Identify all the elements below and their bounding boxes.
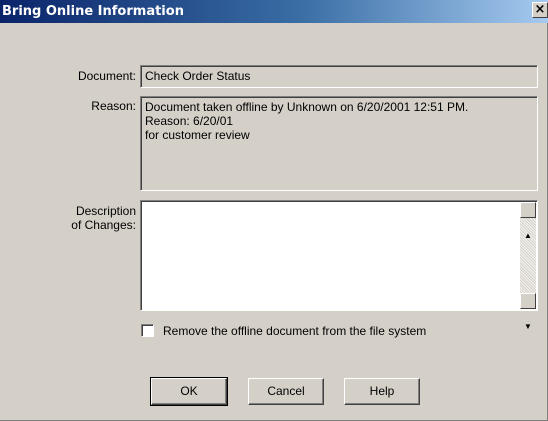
description-label: Description of Changes: [71,204,136,232]
title-bar[interactable]: Bring Online Information × [0,0,548,23]
ok-button[interactable]: OK [150,377,228,406]
description-textarea[interactable]: ▲ ▼ [140,200,538,331]
close-icon: × [534,2,546,17]
document-field: Check Order Status [140,65,538,88]
scroll-up-button[interactable]: ▲ [520,202,536,240]
down-arrow-icon: ▼ [524,322,532,331]
bring-online-dialog: Bring Online Information × Document: Che… [0,0,548,421]
remove-offline-checkbox-label[interactable]: Remove the offline document from the fil… [163,324,426,338]
reason-label: Reason: [91,99,136,113]
close-button[interactable]: × [532,2,548,18]
up-arrow-icon: ▲ [524,231,532,240]
scroll-down-button[interactable]: ▼ [520,293,536,331]
cancel-button[interactable]: Cancel [248,378,324,405]
reason-field: Document taken offline by Unknown on 6/2… [140,96,538,191]
window-title: Bring Online Information [2,4,184,19]
help-button[interactable]: Help [344,378,420,405]
vertical-scrollbar[interactable]: ▲ ▼ [520,202,536,331]
remove-offline-checkbox[interactable] [141,324,154,337]
document-label: Document: [77,69,136,83]
